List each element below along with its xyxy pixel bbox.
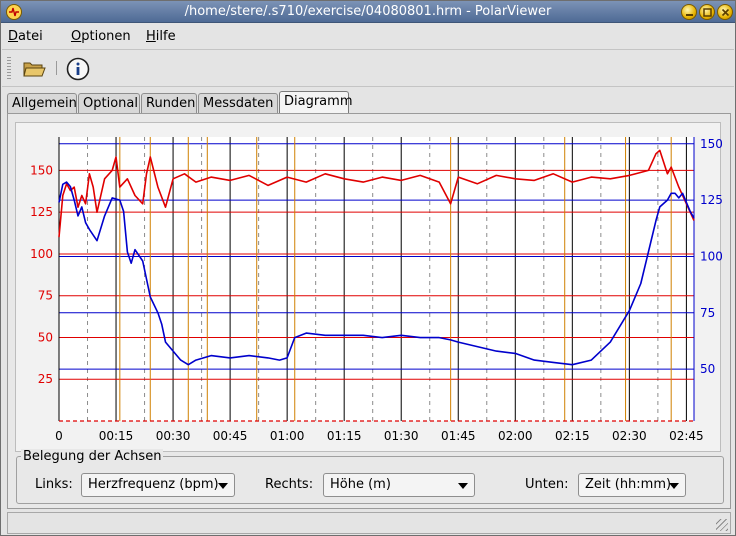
toolbar-separator — [56, 61, 57, 75]
tab-diagramm-label: Diagramm — [284, 94, 353, 109]
title-bar[interactable]: /home/stere/.s710/exercise/04080801.hrm … — [1, 1, 735, 23]
left-tick-label: 150 — [30, 163, 53, 177]
x-tick-label: 01:00 — [270, 429, 305, 443]
x-tick-label: 01:30 — [384, 429, 419, 443]
chevron-down-icon — [669, 483, 679, 489]
tab-allgemein-label: Allgemein — [12, 96, 77, 111]
tab-optional[interactable]: Optional — [78, 93, 140, 113]
menu-optionen-label: ptionen — [81, 29, 131, 44]
tab-optional-label: Optional — [83, 96, 138, 111]
x-tick-label: 02:30 — [612, 429, 647, 443]
right-axis-label: Rechts: — [265, 477, 314, 492]
minimize-button[interactable] — [681, 4, 697, 20]
heart-rate-altitude-chart: 25 50 75 100 125 150 50 75 100 125 150 0 00:15 00:30 0… — [30, 137, 722, 443]
tab-diagramm[interactable]: Diagramm — [279, 91, 353, 114]
open-file-button[interactable] — [20, 55, 48, 83]
right-tick-label: 150 — [700, 137, 722, 151]
tab-runden-label: Runden — [146, 96, 196, 111]
left-axis-value: Herzfrequenz (bpm) — [88, 477, 219, 492]
x-tick-label: 00:45 — [213, 429, 248, 443]
close-icon — [721, 8, 730, 17]
chart-area: 25 50 75 100 125 150 50 75 100 125 150 0 00:15 00:30 0… — [15, 122, 722, 452]
x-tick-label: 01:15 — [327, 429, 362, 443]
plot-background — [59, 137, 694, 421]
tab-messdaten[interactable]: Messdaten — [198, 93, 278, 113]
left-tick-label: 50 — [38, 330, 53, 344]
tab-runden[interactable]: Runden — [141, 93, 197, 113]
menu-hilfe[interactable]: Hilfe — [146, 29, 176, 44]
close-button[interactable] — [717, 4, 733, 20]
bottom-axis-select[interactable]: Zeit (hh:mm) — [578, 473, 686, 497]
info-button[interactable] — [64, 55, 92, 83]
toolbar — [2, 51, 734, 87]
tab-messdaten-label: Messdaten — [203, 96, 274, 111]
app-window: /home/stere/.s710/exercise/04080801.hrm … — [0, 0, 736, 536]
left-tick-label: 25 — [38, 372, 53, 386]
bottom-axis-value: Zeit (hh:mm) — [585, 477, 672, 492]
left-tick-label: 75 — [38, 289, 53, 303]
minimize-icon — [686, 14, 693, 16]
left-tick-label: 100 — [30, 247, 53, 261]
toolbar-grip[interactable] — [7, 57, 11, 79]
chevron-down-icon — [458, 483, 468, 489]
menu-hilfe-accel: H — [146, 29, 156, 44]
right-tick-label: 125 — [700, 193, 722, 207]
x-tick-label: 02:45 — [669, 429, 704, 443]
menu-datei[interactable]: Datei — [8, 29, 43, 44]
tab-bar: Allgemein Optional Runden Messdaten Diag… — [7, 91, 731, 114]
window-title: /home/stere/.s710/exercise/04080801.hrm … — [184, 4, 552, 19]
left-tick-label: 125 — [30, 205, 53, 219]
info-icon — [66, 57, 90, 81]
x-tick-label: 01:45 — [441, 429, 476, 443]
right-tick-label: 75 — [700, 306, 715, 320]
x-tick-label: 00:15 — [99, 429, 134, 443]
right-tick-label: 100 — [700, 249, 722, 263]
tab-allgemein[interactable]: Allgemein — [7, 93, 77, 113]
chevron-down-icon — [218, 483, 228, 489]
menu-hilfe-label: ilfe — [155, 29, 176, 44]
x-tick-label: 00:30 — [156, 429, 191, 443]
left-axis-select[interactable]: Herzfrequenz (bpm) — [81, 473, 235, 497]
x-tick-label: 0 — [55, 429, 63, 443]
x-tick-label: 02:15 — [555, 429, 590, 443]
axes-settings-group: Belegung der Achsen Links: Herzfrequenz … — [16, 449, 724, 504]
maximize-button[interactable] — [699, 4, 715, 20]
diagramm-panel: 25 50 75 100 125 150 50 75 100 125 150 0 00:15 00:30 0… — [7, 113, 731, 509]
right-tick-label: 50 — [700, 362, 715, 376]
x-tick-label: 02:00 — [498, 429, 533, 443]
menu-datei-accel: D — [8, 29, 19, 44]
menu-optionen-accel: O — [71, 29, 82, 44]
menu-datei-label: atei — [18, 29, 43, 44]
axes-group-title: Belegung der Achsen — [21, 449, 164, 464]
resize-grip[interactable] — [716, 519, 728, 531]
menu-optionen[interactable]: Optionen — [71, 29, 131, 44]
folder-open-icon — [23, 62, 46, 77]
menu-bar: Datei Optionen Hilfe — [2, 24, 734, 50]
maximize-icon — [703, 8, 712, 17]
right-axis-select[interactable]: Höhe (m) — [323, 473, 475, 497]
bottom-axis-label: Unten: — [525, 477, 569, 492]
right-axis-value: Höhe (m) — [330, 477, 391, 492]
status-bar — [7, 512, 731, 534]
left-axis-label: Links: — [35, 477, 73, 492]
